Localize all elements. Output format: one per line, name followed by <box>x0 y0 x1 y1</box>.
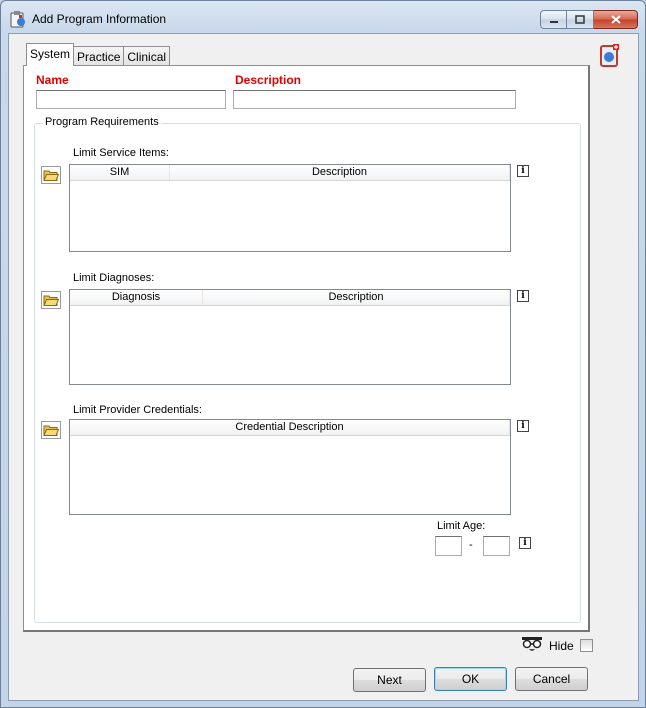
limit-provider-credentials-label: Limit Provider Credentials: <box>73 404 202 416</box>
age-max-input[interactable] <box>483 536 510 556</box>
close-button[interactable] <box>594 10 638 29</box>
column-header-credential-description[interactable]: Credential Description <box>70 420 510 435</box>
next-button[interactable]: Next <box>353 668 426 692</box>
info-icon[interactable]: i <box>517 420 529 432</box>
dialog-client-area: System Practice Clinical Name Descriptio… <box>8 33 639 701</box>
column-header-description[interactable]: Description <box>170 165 510 180</box>
limit-age-label: Limit Age: <box>437 520 486 532</box>
dialog-window: Add Program Information System Practice … <box>0 0 646 708</box>
tab-system[interactable]: System <box>26 43 75 66</box>
cancel-button[interactable]: Cancel <box>515 667 588 691</box>
open-folder-icon[interactable] <box>41 421 61 439</box>
name-label: Name <box>36 73 69 87</box>
description-input[interactable] <box>233 90 516 109</box>
window-title: Add Program Information <box>32 12 167 26</box>
column-header-diagnosis[interactable]: Diagnosis <box>70 290 203 305</box>
info-icon[interactable]: i <box>517 165 529 177</box>
age-min-input[interactable] <box>435 536 462 556</box>
maximize-icon <box>575 15 585 24</box>
info-icon[interactable]: i <box>517 290 529 302</box>
maximize-button[interactable] <box>567 10 594 29</box>
tab-strip: System Practice Clinical <box>26 43 171 66</box>
age-separator: - <box>469 539 473 551</box>
system-tab-panel: Name Description Program Requirements Li… <box>23 65 590 632</box>
ok-button[interactable]: OK <box>434 667 507 691</box>
close-icon <box>610 15 621 24</box>
minimize-icon <box>549 20 558 23</box>
open-folder-icon[interactable] <box>41 166 61 184</box>
credentials-grid[interactable]: Credential Description <box>69 419 511 515</box>
diagnoses-grid[interactable]: Diagnosis Description <box>69 289 511 385</box>
limit-diagnoses-label: Limit Diagnoses: <box>73 272 155 284</box>
column-header-description[interactable]: Description <box>203 290 510 305</box>
hide-label: Hide <box>549 639 574 653</box>
tab-practice[interactable]: Practice <box>73 46 125 66</box>
description-label: Description <box>235 73 302 87</box>
info-icon[interactable]: i <box>519 537 531 549</box>
hide-checkbox[interactable] <box>580 639 593 652</box>
limit-service-items-label: Limit Service Items: <box>73 147 169 159</box>
title-bar[interactable]: Add Program Information <box>1 1 645 33</box>
service-items-grid[interactable]: SIM Description <box>69 164 511 252</box>
help-book-icon[interactable] <box>598 43 622 69</box>
open-folder-icon[interactable] <box>41 291 61 309</box>
disguise-glasses-icon <box>522 637 542 651</box>
program-requirements-title: Program Requirements <box>43 116 161 128</box>
app-clipboard-icon <box>10 11 25 28</box>
column-header-sim[interactable]: SIM <box>70 165 170 180</box>
tab-clinical[interactable]: Clinical <box>123 46 171 66</box>
name-input[interactable] <box>36 90 226 109</box>
program-requirements-group: Program Requirements Limit Service Items… <box>34 116 581 623</box>
minimize-button[interactable] <box>540 10 567 29</box>
